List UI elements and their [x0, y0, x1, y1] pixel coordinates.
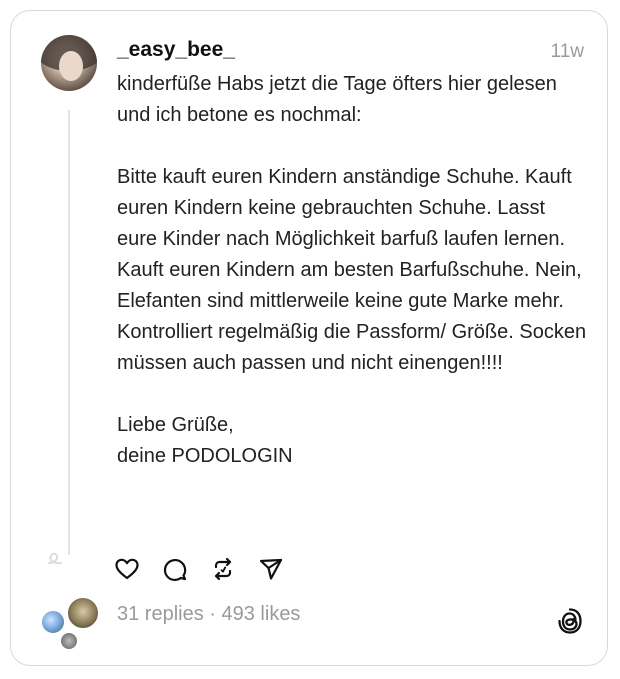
author-avatar[interactable]: [41, 35, 97, 91]
avatar-face: [59, 51, 83, 81]
post-stats[interactable]: 31 replies · 493 likes: [117, 603, 300, 626]
heart-icon[interactable]: [114, 556, 140, 582]
share-icon[interactable]: [258, 556, 284, 582]
post-username[interactable]: _easy_bee_: [117, 38, 235, 62]
replier-avatar: [60, 632, 78, 650]
comment-icon[interactable]: [162, 556, 188, 582]
threads-logo-icon[interactable]: [557, 607, 583, 635]
thread-loop-icon: [48, 552, 62, 565]
post-actions: [114, 556, 284, 582]
stats-separator: ·: [203, 603, 222, 625]
post-timestamp: 11w: [550, 41, 584, 62]
likes-count[interactable]: 493 likes: [222, 603, 301, 625]
repost-icon[interactable]: [210, 556, 236, 582]
post-body: kinderfüße Habs jetzt die Tage öfters hi…: [117, 73, 587, 467]
replies-count[interactable]: 31 replies: [117, 603, 204, 625]
replier-avatar: [41, 610, 65, 634]
replier-avatars[interactable]: [37, 597, 101, 651]
thread-line: [68, 110, 70, 555]
replier-avatar: [67, 597, 99, 629]
